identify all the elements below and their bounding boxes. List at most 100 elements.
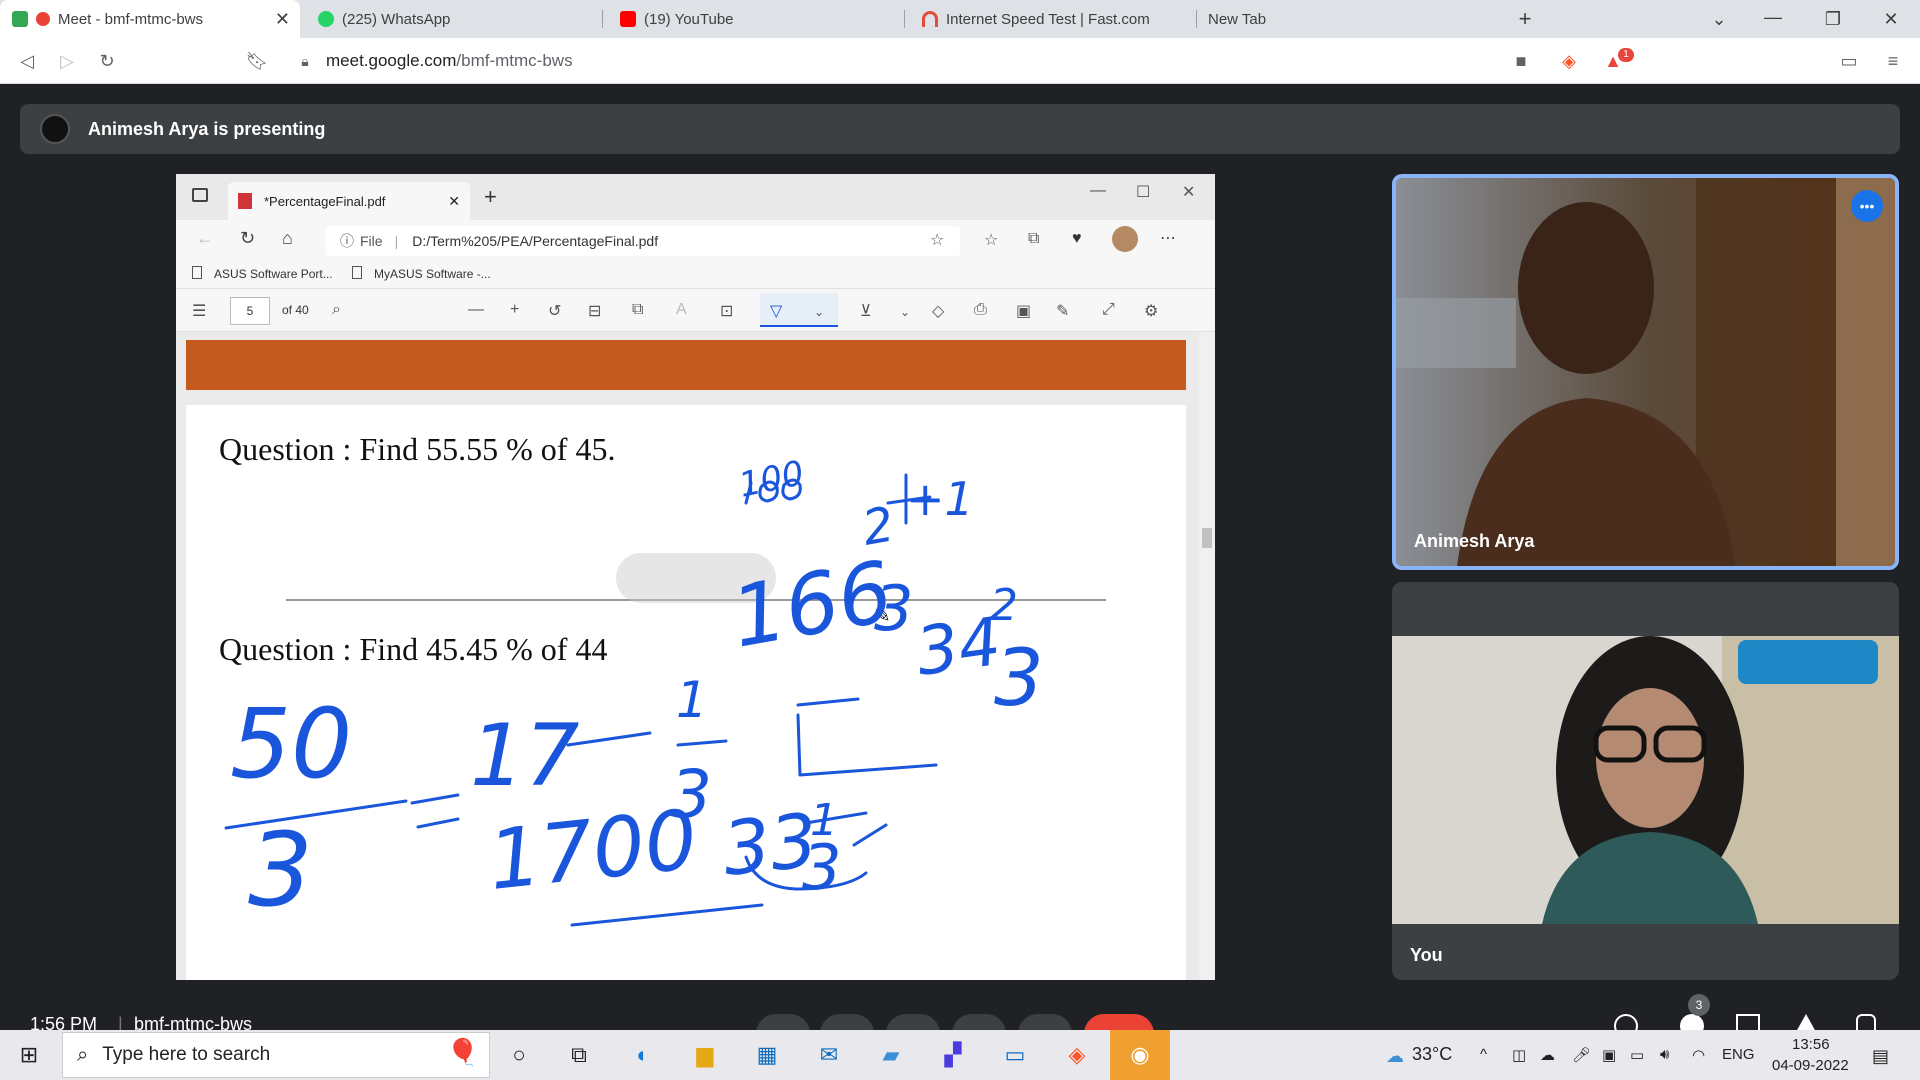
menu-icon[interactable]: ≡ [1880,48,1906,74]
favorite-2: MyASUS Software -... [374,267,491,281]
ink-bracket [796,713,938,777]
remote-desktop-icon[interactable]: ▭ [998,1038,1032,1072]
present-button[interactable] [952,1014,1006,1030]
tab-divider [602,10,603,28]
participant-tile-presenter[interactable]: ••• Animesh Arya [1392,174,1899,570]
tab-actions-icon [192,188,208,202]
clock-time[interactable]: 13:56 [1792,1036,1830,1053]
pdf-settings-icon: ⚙ [1144,303,1159,320]
tray-app-icon[interactable]: ▣ [1602,1046,1616,1064]
onedrive-icon[interactable]: ☁ [1540,1046,1555,1064]
store-icon[interactable]: ▦ [750,1038,784,1072]
tab-search-chevron-icon[interactable]: ⌄ [1706,6,1732,32]
ink-1700: 1700 [484,793,701,909]
url-host: meet.google.com [326,51,457,70]
battery-icon[interactable]: ▭ [1630,1046,1644,1064]
slide-header-bar [186,340,1186,390]
reload-icon[interactable]: ↻ [94,48,120,74]
close-tab-icon[interactable]: ✕ [275,9,290,30]
new-tab-plus-icon[interactable]: + [1512,6,1538,32]
ink-dash [566,731,652,747]
address-divider: | [394,233,399,249]
brave-app-icon[interactable]: ◈ [1060,1038,1094,1072]
video-feed [1396,178,1895,566]
edge-tab-pdf: *PercentageFinal.pdf ✕ [228,182,470,220]
tray-device-icon[interactable]: ◫ [1512,1046,1526,1064]
start-icon[interactable]: ⊞ [12,1038,46,1072]
fast-icon [922,11,938,27]
edge-more-icon: ⋯ [1160,230,1176,247]
weather-temp[interactable]: 33°C [1412,1044,1452,1065]
wallet-icon[interactable]: ▭ [1836,48,1862,74]
forward-icon[interactable]: ▷ [54,48,80,74]
myasus-icon[interactable]: ▞ [936,1038,970,1072]
close-window-icon[interactable]: ✕ [1878,6,1904,32]
bookmark-icon[interactable]: 🔖︎ [244,48,270,74]
address-bar[interactable]: meet.google.com/bmf-mtmc-bws [326,51,573,71]
people-count-badge: 3 [1688,994,1710,1016]
tab-youtube[interactable]: (19) YouTube [608,0,898,38]
chat-icon[interactable] [1736,1014,1760,1030]
captions-button[interactable] [886,1014,940,1030]
info-icon[interactable] [1614,1014,1638,1030]
leave-call-button[interactable] [1084,1014,1154,1030]
wifi-icon[interactable]: ◠ [1692,1046,1705,1064]
volume-icon[interactable]: 🔊︎ [1660,1046,1669,1063]
draw-chevron-icon: ⌄ [814,305,825,319]
camera-button[interactable] [820,1014,874,1030]
activities-icon[interactable] [1796,1014,1816,1030]
presenting-banner: Animesh Arya is presenting [20,104,1900,154]
search-placeholder: Type here to search [102,1044,271,1065]
cortana-icon[interactable]: ○ [502,1038,536,1072]
brave-shields-icon[interactable]: ◈ [1556,48,1582,74]
zoom-in-icon: + [510,301,520,318]
language-indicator[interactable]: ENG [1722,1046,1755,1063]
tab-label: (225) WhatsApp [342,10,451,28]
people-icon[interactable] [1680,1014,1704,1030]
edge-app-icon[interactable]: ◐ [626,1038,660,1072]
camera-app-icon[interactable]: ◉ [1123,1038,1157,1072]
tab-new-tab[interactable]: New Tab [1196,0,1496,38]
mic-tray-icon[interactable]: 🎤︎ [1572,1046,1591,1064]
speaking-indicator-icon: ••• [1851,190,1883,222]
camera-in-use-icon[interactable]: ■ [1508,48,1534,74]
tray-chevron-icon[interactable]: ^ [1480,1046,1487,1063]
pdf-search-icon: ⌕ [332,301,341,318]
favorites-bar: ASUS Software Port... MyASUS Software -.… [176,260,1215,288]
search-highlight-icon: 🎈 [446,1037,479,1067]
tab-whatsapp[interactable]: (225) WhatsApp [306,0,596,38]
file-explorer-icon[interactable]: ▆ [688,1038,722,1072]
search-icon: ⌕ [77,1043,89,1066]
more-options-button[interactable] [1018,1014,1072,1030]
tab-meet[interactable]: Meet - bmf-mtmc-bws ✕ [0,0,300,38]
mail-icon[interactable]: ✉ [812,1038,846,1072]
youtube-icon [620,11,636,27]
task-view-icon[interactable]: ⧉ [562,1038,596,1072]
health-icon: ♥ [1072,230,1082,247]
tab-label: Internet Speed Test | Fast.com [946,10,1150,28]
back-icon[interactable]: ◁ [14,48,40,74]
notifications-icon[interactable]: ▤ [1872,1046,1889,1067]
page-number-box: 5 [230,297,270,325]
favorites-icon: ☆ [984,232,999,249]
minimize-icon[interactable]: — [1760,4,1786,30]
lock-icon[interactable]: 🔒︎ [292,48,318,74]
footer-divider: | [118,1014,123,1030]
save-as-icon: ✎ [1056,303,1070,320]
meet-controls-bar: 1:56 PM | bmf-mtmc-bws [0,1014,1920,1030]
pdf-viewport: Question : Find 55.55 % of 45. Question … [176,332,1215,980]
windows-taskbar: ⊞ ⌕ Type here to search 🎈 ○ ⧉ ◐ ▆ ▦ ✉ ▰ … [0,1030,1920,1080]
mic-button[interactable] [756,1014,810,1030]
presenting-label: Animesh Arya is presenting [88,118,326,139]
restore-icon[interactable]: ❐ [1820,6,1846,32]
edge-minimize-icon: — [1090,182,1106,199]
ink-17: 17 [470,706,579,806]
host-controls-icon[interactable] [1856,1014,1876,1030]
tab-fast[interactable]: Internet Speed Test | Fast.com [910,0,1200,38]
clock-date[interactable]: 04-09-2022 [1772,1057,1849,1074]
notes-app-icon[interactable]: ▰ [874,1038,908,1072]
taskbar-search-box[interactable]: ⌕ Type here to search 🎈 [62,1032,490,1078]
print-icon: ⎙ [974,301,987,318]
weather-icon[interactable]: ☁ [1386,1046,1404,1067]
participant-tile-self[interactable]: You [1392,582,1899,980]
